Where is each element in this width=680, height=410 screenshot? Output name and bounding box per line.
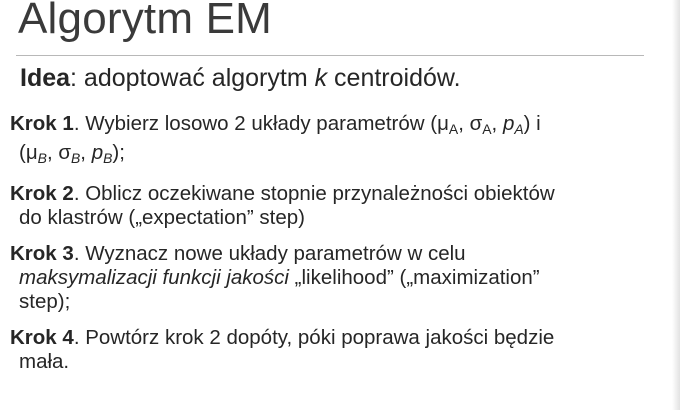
step-4: Krok 4. Powtórz krok 2 dopóty, póki popr… (10, 326, 650, 374)
step-label: Krok 2 (10, 181, 74, 205)
step-1-text-2: A (448, 120, 459, 137)
step-1-cont-4: , (80, 140, 92, 164)
step-1-text-7: A (514, 120, 524, 137)
title-divider (16, 55, 644, 56)
step-3-continuation: maksymalizacji funkcji jakości „likeliho… (10, 266, 650, 314)
step-2-continuation: do klastrów („expectation” step) (10, 206, 650, 230)
step-3-cont-1: „likelihood” („maximization” (288, 265, 540, 289)
step-3-text-0: . Wyznacz nowe układy parametrów w celu (73, 241, 466, 265)
step-4-continuation: mała. (10, 350, 650, 374)
step-1-continuation: (μB, σB, pB); (10, 141, 650, 170)
step-label: Krok 1 (10, 112, 74, 135)
step-3-cont-3: step); (19, 289, 71, 313)
step-4-text-0: . Powtórz krok 2 dopóty, póki poprawa ja… (73, 325, 555, 349)
idea-text-after: centroidów. (327, 64, 461, 92)
step-1-text-5: , (491, 112, 503, 135)
idea-text-before: : adoptować algorytm (70, 64, 315, 92)
step-1-cont-3: B (70, 149, 81, 166)
step-2-cont-0: do klastrów („expectation” step) (19, 205, 305, 229)
step-2: Krok 2. Oblicz oczekiwane stopnie przyna… (10, 182, 650, 230)
step-3: Krok 3. Wyznacz nowe układy parametrów w… (10, 242, 650, 314)
idea-line: Idea: adoptować algorytm k centroidów. (20, 64, 461, 93)
step-1: Krok 1. Wybierz losowo 2 układy parametr… (10, 112, 650, 170)
step-3-cont-0: maksymalizacji funkcji jakości (19, 265, 289, 289)
step-2-text-0: . Oblicz oczekiwane stopnie przynależnoś… (73, 181, 555, 205)
slide-title: Algorytm EM (18, 0, 273, 43)
step-1-text-3: , σ (458, 112, 483, 135)
step-1-cont-6: B (103, 149, 113, 166)
step-1-cont-5: p (91, 140, 104, 164)
step-1-cont-7: ); (112, 140, 125, 164)
step-1-text-0: . Wybierz losowo 2 układy parametrów ( (73, 112, 438, 135)
step-1-text-1: μ (437, 112, 449, 135)
step-1-cont-1: B (37, 149, 47, 166)
idea-k: k (314, 64, 328, 92)
step-1-cont-0: (μ (19, 140, 38, 164)
step-1-text-6: p (502, 112, 515, 135)
step-4-cont-0: mała. (19, 349, 70, 373)
slide-edge-shadow (672, 0, 680, 410)
steps-list: Krok 1. Wybierz losowo 2 układy parametr… (10, 112, 650, 386)
step-1-text-4: A (482, 120, 492, 137)
step-1-cont-2: , σ (46, 140, 71, 164)
step-label: Krok 4 (10, 325, 74, 349)
idea-label: Idea (20, 64, 71, 92)
step-1-text-8: ) i (523, 112, 541, 135)
step-label: Krok 3 (10, 241, 74, 265)
